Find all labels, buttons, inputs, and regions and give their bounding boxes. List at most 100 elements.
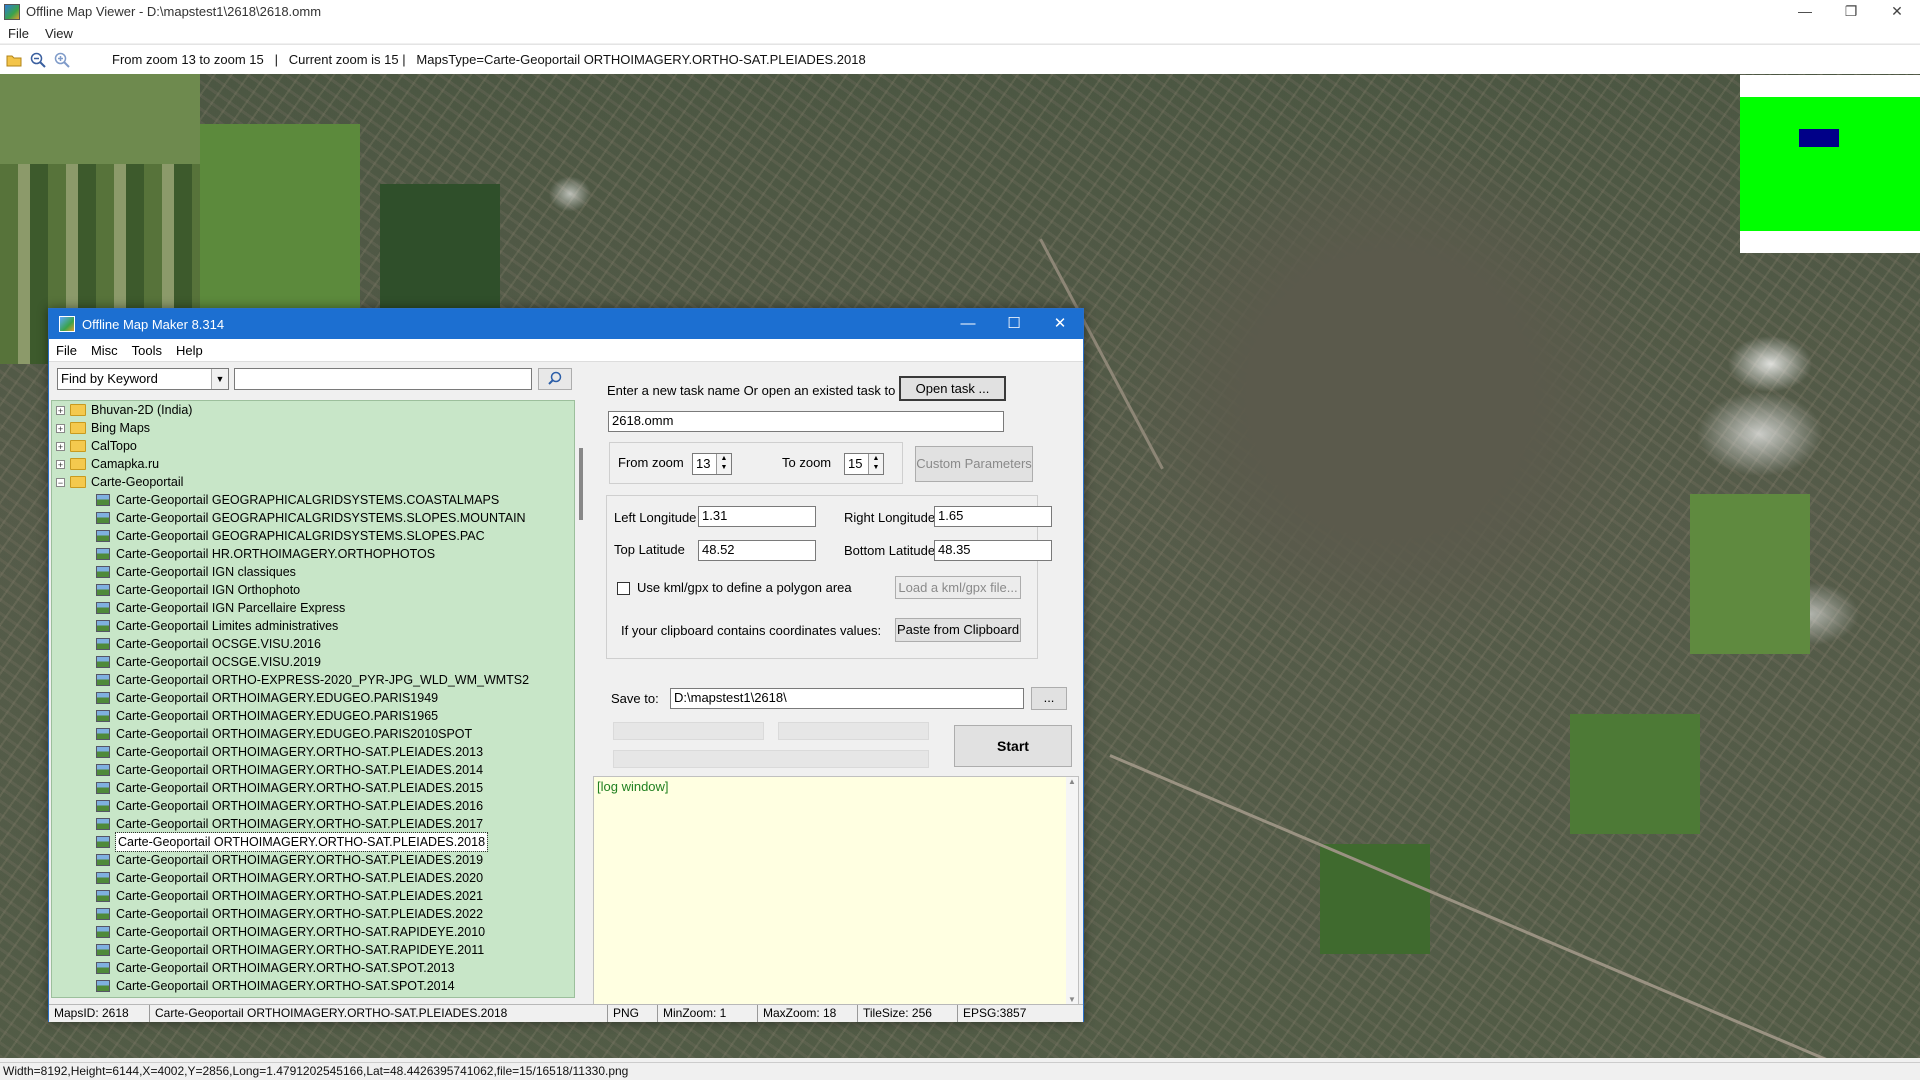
tree-item[interactable]: Carte-Geoportail ORTHOIMAGERY.ORTHO-SAT.… bbox=[96, 797, 483, 815]
zoom-out-icon[interactable] bbox=[28, 50, 48, 70]
map-layer-icon bbox=[96, 656, 110, 668]
tree-folder[interactable]: + CalTopo bbox=[56, 437, 137, 455]
tree-item-label: Carte-Geoportail ORTHOIMAGERY.ORTHO-SAT.… bbox=[116, 979, 455, 993]
expand-icon[interactable]: + bbox=[56, 441, 65, 451]
stepper-arrows-icon[interactable]: ▲ ▼ bbox=[716, 454, 731, 474]
zoom-group: From zoom 13 ▲ ▼ To zoom 15 ▲ ▼ bbox=[609, 442, 903, 484]
close-button[interactable]: ✕ bbox=[1874, 0, 1920, 23]
dialog-maximize-button[interactable]: ☐ bbox=[991, 309, 1037, 339]
dialog-menu-tools[interactable]: Tools bbox=[125, 343, 169, 358]
dialog-menu-help[interactable]: Help bbox=[169, 343, 210, 358]
tree-item[interactable]: Carte-Geoportail HR.ORTHOIMAGERY.ORTHOPH… bbox=[96, 545, 435, 563]
tree-item[interactable]: Carte-Geoportail ORTHOIMAGERY.ORTHO-SAT.… bbox=[96, 761, 483, 779]
custom-parameters-button[interactable]: Custom Parameters bbox=[915, 446, 1033, 482]
kml-polygon-checkbox[interactable] bbox=[617, 582, 630, 595]
tree-folder[interactable]: + Bing Maps bbox=[56, 419, 150, 437]
map-source-tree[interactable]: + Bhuvan-2D (India) + Bing Maps + CalTopo + Cam… bbox=[51, 400, 575, 998]
tree-item-label: Camapka.ru bbox=[91, 457, 160, 471]
zoom-info-text: From zoom 13 to zoom 15 | Current zoom i… bbox=[112, 52, 866, 67]
map-layer-icon bbox=[96, 494, 110, 506]
expand-icon[interactable]: + bbox=[56, 423, 65, 433]
right-longitude-field[interactable]: 1.65 bbox=[934, 506, 1052, 527]
task-name-field[interactable]: 2618.omm bbox=[608, 411, 1004, 432]
tree-item[interactable]: Carte-Geoportail ORTHOIMAGERY.ORTHO-SAT.… bbox=[96, 887, 483, 905]
tree-item[interactable]: Carte-Geoportail ORTHOIMAGERY.ORTHO-SAT.… bbox=[96, 815, 483, 833]
tree-item[interactable]: Carte-Geoportail ORTHOIMAGERY.ORTHO-SAT.… bbox=[96, 977, 455, 995]
tree-folder[interactable]: − Carte-Geoportail bbox=[56, 473, 183, 491]
tree-item-label: Carte-Geoportail bbox=[91, 475, 184, 489]
expand-icon[interactable]: + bbox=[56, 405, 65, 415]
tree-item[interactable]: Carte-Geoportail IGN classiques bbox=[96, 563, 296, 581]
tree-item[interactable]: Carte-Geoportail GEOGRAPHICALGRIDSYSTEMS… bbox=[96, 527, 485, 545]
tree-folder[interactable]: + Camapka.ru bbox=[56, 455, 159, 473]
start-button[interactable]: Start bbox=[954, 725, 1072, 767]
open-task-button[interactable]: Open task ... bbox=[899, 376, 1006, 401]
tree-item[interactable]: Carte-Geoportail OCSGE.VISU.2016 bbox=[96, 635, 321, 653]
tree-item[interactable]: Carte-Geoportail GEOGRAPHICALGRIDSYSTEMS… bbox=[96, 491, 499, 509]
tree-item[interactable]: Carte-Geoportail OCSGE.VISU.2019 bbox=[96, 653, 321, 671]
tree-item[interactable]: Carte-Geoportail ORTHOIMAGERY.ORTHO-SAT.… bbox=[96, 779, 483, 797]
log-scrollbar[interactable]: ▲ ▼ bbox=[1066, 777, 1078, 1004]
tree-item[interactable]: Carte-Geoportail ORTHOIMAGERY.EDUGEO.PAR… bbox=[96, 725, 472, 743]
bottom-latitude-field[interactable]: 48.35 bbox=[934, 540, 1052, 561]
map-road bbox=[1109, 754, 1829, 1058]
stepper-arrows-icon[interactable]: ▲ ▼ bbox=[868, 454, 883, 474]
tree-item[interactable]: Carte-Geoportail ORTHOIMAGERY.ORTHO-SAT.… bbox=[96, 851, 483, 869]
tree-item-label: Carte-Geoportail ORTHOIMAGERY.ORTHO-SAT.… bbox=[116, 763, 484, 777]
tree-scrollbar-thumb[interactable] bbox=[579, 448, 583, 520]
app-title: Offline Map Viewer - D:\mapstest1\2618\2… bbox=[26, 4, 322, 19]
menu-view[interactable]: View bbox=[37, 26, 81, 41]
tree-item[interactable]: Carte-Geoportail ORTHOIMAGERY.ORTHO-SAT.… bbox=[96, 743, 483, 761]
overview-map[interactable] bbox=[1740, 75, 1920, 253]
tree-folder[interactable]: + Bhuvan-2D (India) bbox=[56, 401, 192, 419]
save-path-field[interactable]: D:\mapstest1\2618\ bbox=[670, 688, 1024, 709]
tree-item[interactable]: Carte-Geoportail ORTHOIMAGERY.EDUGEO.PAR… bbox=[96, 689, 438, 707]
status-map-name: Carte-Geoportail ORTHOIMAGERY.ORTHO-SAT.… bbox=[150, 1005, 608, 1022]
browse-button[interactable]: ... bbox=[1031, 687, 1067, 710]
map-layer-icon bbox=[96, 512, 110, 524]
tree-item[interactable]: Carte-Geoportail ORTHOIMAGERY.EDUGEO.PAR… bbox=[96, 707, 438, 725]
tree-item[interactable]: Carte-Geoportail GEOGRAPHICALGRIDSYSTEMS… bbox=[96, 509, 526, 527]
zoom-in-icon[interactable] bbox=[52, 50, 72, 70]
tree-item[interactable]: Carte-Geoportail ORTHO-EXPRESS-2020_PYR-… bbox=[96, 671, 529, 689]
left-longitude-field[interactable]: 1.31 bbox=[698, 506, 816, 527]
search-mode-select[interactable]: Find by Keyword ▼ bbox=[57, 368, 229, 390]
dialog-minimize-button[interactable]: — bbox=[945, 309, 991, 339]
tree-item[interactable]: Carte-Geoportail ORTHOIMAGERY.ORTHO-SAT.… bbox=[96, 941, 484, 959]
offline-map-maker-dialog: Offline Map Maker 8.314 — ☐ ✕ File Misc … bbox=[48, 308, 1084, 1022]
search-button[interactable] bbox=[538, 368, 572, 390]
collapse-icon[interactable]: − bbox=[56, 477, 65, 487]
to-zoom-stepper[interactable]: 15 ▲ ▼ bbox=[844, 453, 884, 475]
tree-item-label: Carte-Geoportail OCSGE.VISU.2016 bbox=[116, 637, 321, 651]
maximize-button[interactable]: ❐ bbox=[1828, 0, 1874, 23]
open-folder-icon[interactable] bbox=[4, 50, 24, 70]
tree-item[interactable]: Carte-Geoportail Limites administratives bbox=[96, 617, 338, 635]
tree-item[interactable]: Carte-Geoportail IGN Orthophoto bbox=[96, 581, 300, 599]
top-latitude-field[interactable]: 48.52 bbox=[698, 540, 816, 561]
chevron-down-icon[interactable]: ▼ bbox=[211, 369, 228, 389]
tree-item[interactable]: Carte-Geoportail IGN Parcellaire Express bbox=[96, 599, 345, 617]
expand-icon[interactable]: + bbox=[56, 459, 65, 469]
tree-scrollbar[interactable] bbox=[576, 400, 587, 998]
tree-item[interactable]: Carte-Geoportail ORTHOIMAGERY.ORTHO-SAT.… bbox=[96, 869, 483, 887]
minimize-button[interactable]: — bbox=[1782, 0, 1828, 23]
paste-clipboard-button[interactable]: Paste from Clipboard bbox=[895, 618, 1021, 642]
load-kml-button[interactable]: Load a kml/gpx file... bbox=[895, 576, 1021, 599]
menu-file[interactable]: File bbox=[0, 26, 37, 41]
dialog-close-button[interactable]: ✕ bbox=[1037, 309, 1083, 339]
tree-item[interactable]: Carte-Geoportail ORTHOIMAGERY.ORTHO-SAT.… bbox=[96, 905, 483, 923]
search-input[interactable] bbox=[234, 368, 532, 390]
overview-viewport[interactable] bbox=[1799, 129, 1839, 147]
log-window[interactable]: [log window] ▲ ▼ bbox=[593, 776, 1079, 1005]
tree-item[interactable]: Carte-Geoportail ORTHOIMAGERY.ORTHO-SAT.… bbox=[96, 959, 455, 977]
tree-item[interactable]: Carte-Geoportail ORTHOIMAGERY.ORTHO-SAT.… bbox=[96, 923, 485, 941]
map-layer-icon bbox=[96, 710, 110, 722]
from-zoom-stepper[interactable]: 13 ▲ ▼ bbox=[692, 453, 732, 475]
tree-item[interactable]: Carte-Geoportail ORTHOIMAGERY.ORTHO-SAT.… bbox=[96, 832, 489, 852]
dialog-title-bar[interactable]: Offline Map Maker 8.314 — ☐ ✕ bbox=[49, 309, 1083, 339]
dialog-menu-misc[interactable]: Misc bbox=[84, 343, 125, 358]
dialog-menu-file[interactable]: File bbox=[49, 343, 84, 358]
task-settings-pane: Enter a new task name Or open an existed… bbox=[589, 362, 1083, 1005]
tree-item-label: Carte-Geoportail ORTHOIMAGERY.ORTHO-SAT.… bbox=[116, 889, 484, 903]
map-layer-icon bbox=[96, 926, 110, 938]
